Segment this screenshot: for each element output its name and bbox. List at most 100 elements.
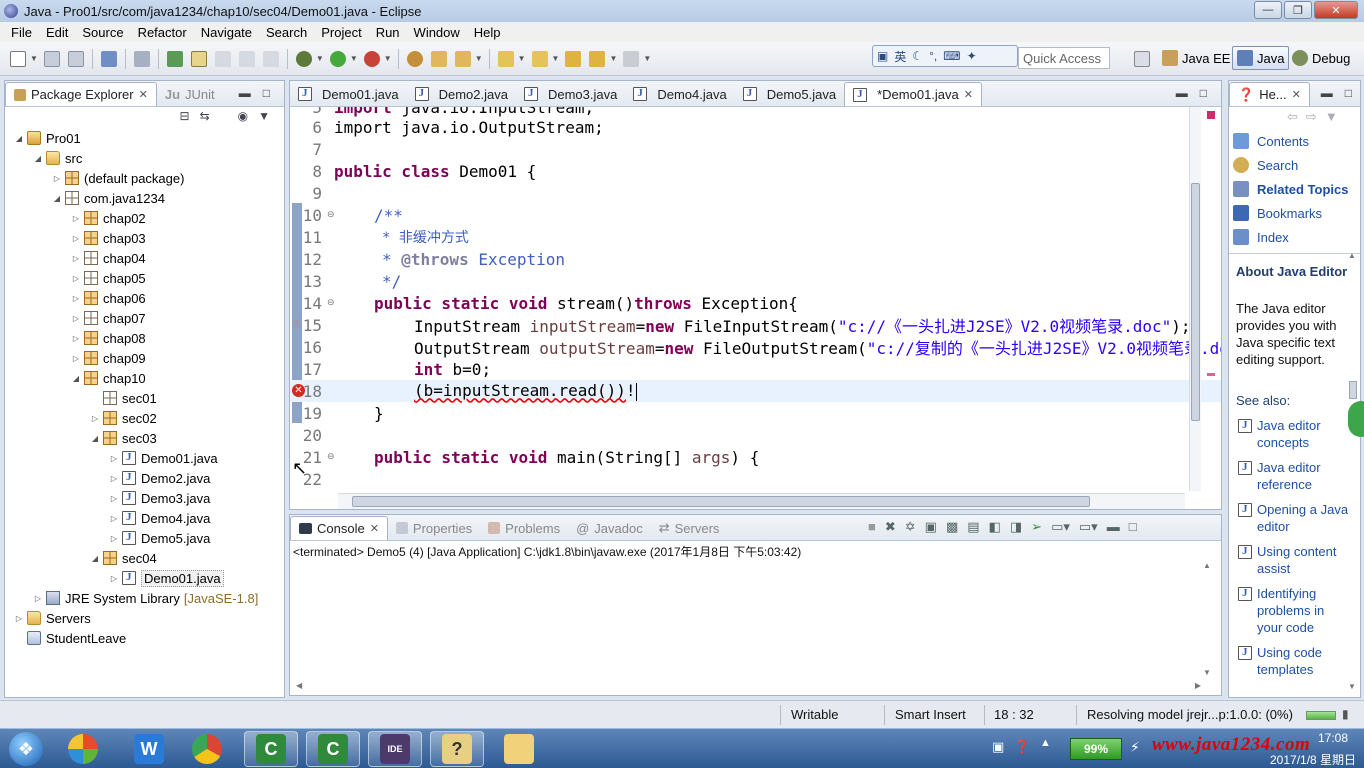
expand-arrow-icon[interactable]: ▷ (70, 314, 82, 323)
editor-tab[interactable]: Demo3.java (516, 82, 625, 106)
fold-collapse-icon[interactable]: ⊖ (327, 451, 335, 462)
error-marker-icon[interactable]: ✕ (292, 384, 305, 397)
focus-active-task-icon[interactable]: ◉ (238, 109, 248, 123)
remove-launch-icon[interactable]: ✖ (885, 519, 896, 535)
tree-node-chap04[interactable]: ▷ chap04 (70, 248, 146, 268)
clock-date[interactable]: 2017/1/8 星期日 (1270, 751, 1356, 768)
run-dropdown-icon[interactable]: ▼ (350, 54, 358, 63)
tree-node-chap07[interactable]: ▷ chap07 (70, 308, 146, 328)
console-vertical-scrollbar[interactable]: ▲ ▼ (1203, 561, 1215, 677)
debug-dropdown-icon[interactable]: ▼ (316, 54, 324, 63)
taskbar-app[interactable] (56, 731, 110, 767)
maximize-view-icon[interactable]: □ (263, 86, 270, 100)
tree-node-file[interactable]: ▷ Demo01.java (108, 448, 218, 468)
progress-indicator[interactable] (1306, 711, 1336, 720)
console-horizontal-scrollbar[interactable]: ◀ ▶ (296, 681, 1201, 693)
quick-access-input[interactable]: Quick Access (1018, 47, 1110, 69)
power-plug-icon[interactable]: ⚡ (1130, 739, 1140, 756)
next-annotation-dropdown-icon[interactable]: ▼ (518, 54, 526, 63)
whitespace-icon[interactable] (238, 50, 255, 67)
expand-arrow-icon[interactable]: ▷ (70, 354, 82, 363)
help-menu-icon[interactable]: ▼ (1325, 109, 1338, 125)
ime-punct-icon[interactable]: °, (929, 49, 937, 63)
clear-console-icon[interactable]: ▣ (925, 519, 937, 535)
highlight-icon[interactable] (190, 50, 207, 67)
tree-node-chap09[interactable]: ▷ chap09 (70, 348, 146, 368)
help-link-search[interactable]: Search (1257, 158, 1298, 173)
word-wrap-icon[interactable] (262, 50, 279, 67)
fold-collapse-icon[interactable]: ⊖ (327, 209, 335, 220)
collapse-arrow-icon[interactable]: ◢ (13, 134, 25, 143)
new-dropdown-icon[interactable]: ▼ (30, 54, 38, 63)
show-on-stdout-icon[interactable]: ◧ (989, 519, 1001, 535)
back-dropdown-icon[interactable]: ▼ (609, 54, 617, 63)
terminate-icon[interactable]: ■ (868, 519, 876, 535)
save-all-icon[interactable] (67, 50, 84, 67)
expand-arrow-icon[interactable]: ▷ (70, 294, 82, 303)
tree-node-chap06[interactable]: ▷ chap06 (70, 288, 146, 308)
block-selection-icon[interactable] (214, 50, 231, 67)
close-tab-icon[interactable]: ✕ (1292, 88, 1301, 101)
warning-marker-icon[interactable]: ⚠ (292, 319, 301, 330)
ime-moon-icon[interactable]: ☾ (912, 49, 923, 63)
open-task-icon[interactable] (454, 50, 471, 67)
perspective-debug[interactable]: Debug (1288, 46, 1354, 70)
help-see-link[interactable]: Using content assist (1257, 543, 1353, 577)
ime-language-label[interactable]: 英 (894, 48, 906, 65)
collapse-all-icon[interactable]: ⊟ (180, 109, 190, 123)
display-console-icon[interactable]: ▭▾ (1051, 519, 1070, 535)
tree-node-src[interactable]: ◢ src (32, 148, 82, 168)
perspective-javaee[interactable]: Java EE (1158, 46, 1234, 70)
close-tab-icon[interactable]: ✕ (139, 88, 148, 101)
menu-source[interactable]: Source (75, 25, 130, 40)
scroll-right-icon[interactable]: ▶ (1195, 681, 1201, 690)
view-menu-icon[interactable]: ▼ (258, 109, 270, 123)
help-back-icon[interactable]: ⇦ (1287, 109, 1298, 125)
ime-keyboard-icon[interactable]: ⌨ (943, 49, 960, 63)
collapse-arrow-icon[interactable]: ◢ (32, 154, 44, 163)
expand-arrow-icon[interactable]: ▷ (70, 214, 82, 223)
tree-node-chap08[interactable]: ▷ chap08 (70, 328, 146, 348)
back-icon[interactable] (589, 50, 606, 67)
taskbar-app[interactable]: C (306, 731, 360, 767)
error-overview-marker[interactable] (1207, 373, 1215, 376)
tab-properties[interactable]: Properties (388, 516, 480, 540)
status-background-job[interactable]: Resolving model jrejr...p:1.0.0: (0%) (1087, 707, 1293, 722)
tree-node-chap10[interactable]: ◢ chap10 (70, 368, 146, 388)
collapse-arrow-icon[interactable]: ◢ (89, 554, 101, 563)
tree-node-com-java1234[interactable]: ◢ com.java1234 (51, 188, 165, 208)
previous-annotation-icon[interactable] (531, 50, 548, 67)
clock-time[interactable]: 17:08 (1318, 731, 1348, 745)
help-link-index[interactable]: Index (1257, 230, 1289, 245)
tray-expand-icon[interactable]: ▲ (1040, 737, 1051, 749)
tab-help[interactable]: ❓ He... ✕ (1229, 82, 1310, 106)
toggle-mark-icon[interactable] (166, 50, 183, 67)
expand-arrow-icon[interactable]: ▷ (70, 274, 82, 283)
scrollbar-thumb[interactable] (1349, 381, 1357, 399)
previous-annotation-dropdown-icon[interactable]: ▼ (552, 54, 560, 63)
expand-arrow-icon[interactable]: ▷ (89, 414, 101, 423)
scroll-lock-icon[interactable]: ▩ (946, 519, 958, 535)
collapse-arrow-icon[interactable]: ◢ (70, 374, 82, 383)
expand-arrow-icon[interactable]: ▷ (70, 234, 82, 243)
overview-ruler[interactable] (1204, 107, 1218, 491)
last-edit-location-icon[interactable] (565, 50, 582, 67)
scroll-up-icon[interactable]: ▲ (1348, 251, 1356, 260)
tree-node-servers[interactable]: ▷ Servers (13, 608, 91, 628)
taskbar-app[interactable] (180, 731, 234, 767)
skip-breakpoints-icon[interactable] (133, 50, 150, 67)
forward-dropdown-icon[interactable]: ▼ (643, 54, 651, 63)
editor-tab[interactable]: Demo01.java (290, 82, 407, 106)
ime-toolbar[interactable]: ▣ 英 ☾ °, ⌨ ✦ (872, 45, 1018, 67)
taskbar-app[interactable]: C (244, 731, 298, 767)
expand-arrow-icon[interactable]: ▷ (108, 474, 120, 483)
tree-node-file-selected[interactable]: ▷ Demo01.java (108, 568, 224, 588)
debug-icon[interactable] (295, 50, 312, 67)
close-button[interactable]: ✕ (1314, 1, 1358, 19)
battery-indicator[interactable]: 99% (1070, 738, 1122, 760)
close-tab-icon[interactable]: ✕ (370, 522, 379, 535)
expand-arrow-icon[interactable]: ▷ (108, 534, 120, 543)
scroll-up-icon[interactable]: ▲ (1203, 561, 1211, 570)
tab-console[interactable]: Console ✕ (290, 516, 388, 540)
expand-arrow-icon[interactable]: ▷ (108, 574, 120, 583)
